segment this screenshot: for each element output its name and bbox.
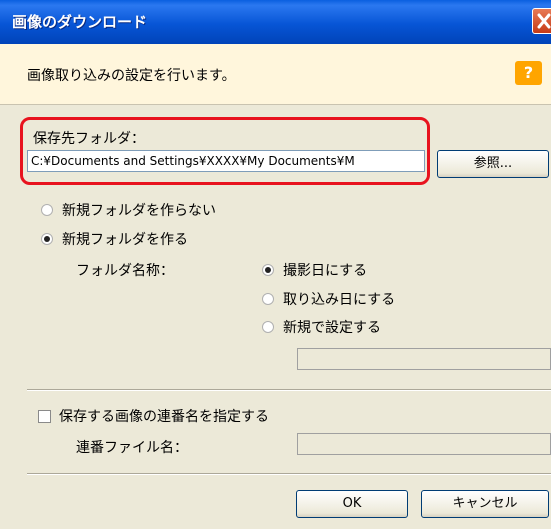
- sequence-name-checkbox-label: 保存する画像の連番名を指定する: [59, 409, 269, 425]
- radio-custom-name[interactable]: [262, 321, 274, 333]
- radio-import-date-label: 取り込み日にする: [283, 292, 396, 308]
- sequence-file-label: 連番ファイル名：: [76, 440, 188, 456]
- close-x-icon: [537, 13, 551, 29]
- destination-path-field[interactable]: C:¥Documents and Settings¥XXXX¥My Docume…: [27, 150, 425, 172]
- radio-import-date[interactable]: [262, 293, 274, 305]
- radio-shooting-date[interactable]: [262, 264, 274, 276]
- sequence-file-input[interactable]: [297, 433, 551, 455]
- ok-button[interactable]: OK: [296, 490, 408, 518]
- close-button[interactable]: [532, 8, 551, 34]
- header-band: 画像取り込みの設定を行います。 ?: [0, 44, 551, 105]
- sequence-name-checkbox[interactable]: [38, 410, 51, 423]
- folder-name-label: フォルダ名称：: [76, 263, 174, 279]
- radio-no-new-folder[interactable]: [41, 204, 53, 216]
- radio-new-folder-label: 新規フォルダを作る: [62, 232, 188, 248]
- window-title: 画像のダウンロード: [12, 13, 148, 31]
- divider: [27, 473, 551, 475]
- divider: [27, 389, 551, 391]
- cancel-button[interactable]: キャンセル: [421, 490, 549, 518]
- radio-shooting-date-label: 撮影日にする: [283, 263, 368, 279]
- destination-folder-label: 保存先フォルダ：: [33, 131, 145, 147]
- browse-button[interactable]: 参照...: [437, 150, 549, 178]
- radio-no-new-folder-label: 新規フォルダを作らない: [62, 203, 216, 219]
- custom-folder-name-input[interactable]: [297, 348, 551, 370]
- header-description: 画像取り込みの設定を行います。: [27, 68, 236, 84]
- title-bar: 画像のダウンロード: [0, 0, 551, 44]
- radio-new-folder[interactable]: [41, 233, 53, 245]
- help-button[interactable]: ?: [515, 61, 542, 85]
- radio-custom-name-label: 新規で設定する: [283, 320, 381, 336]
